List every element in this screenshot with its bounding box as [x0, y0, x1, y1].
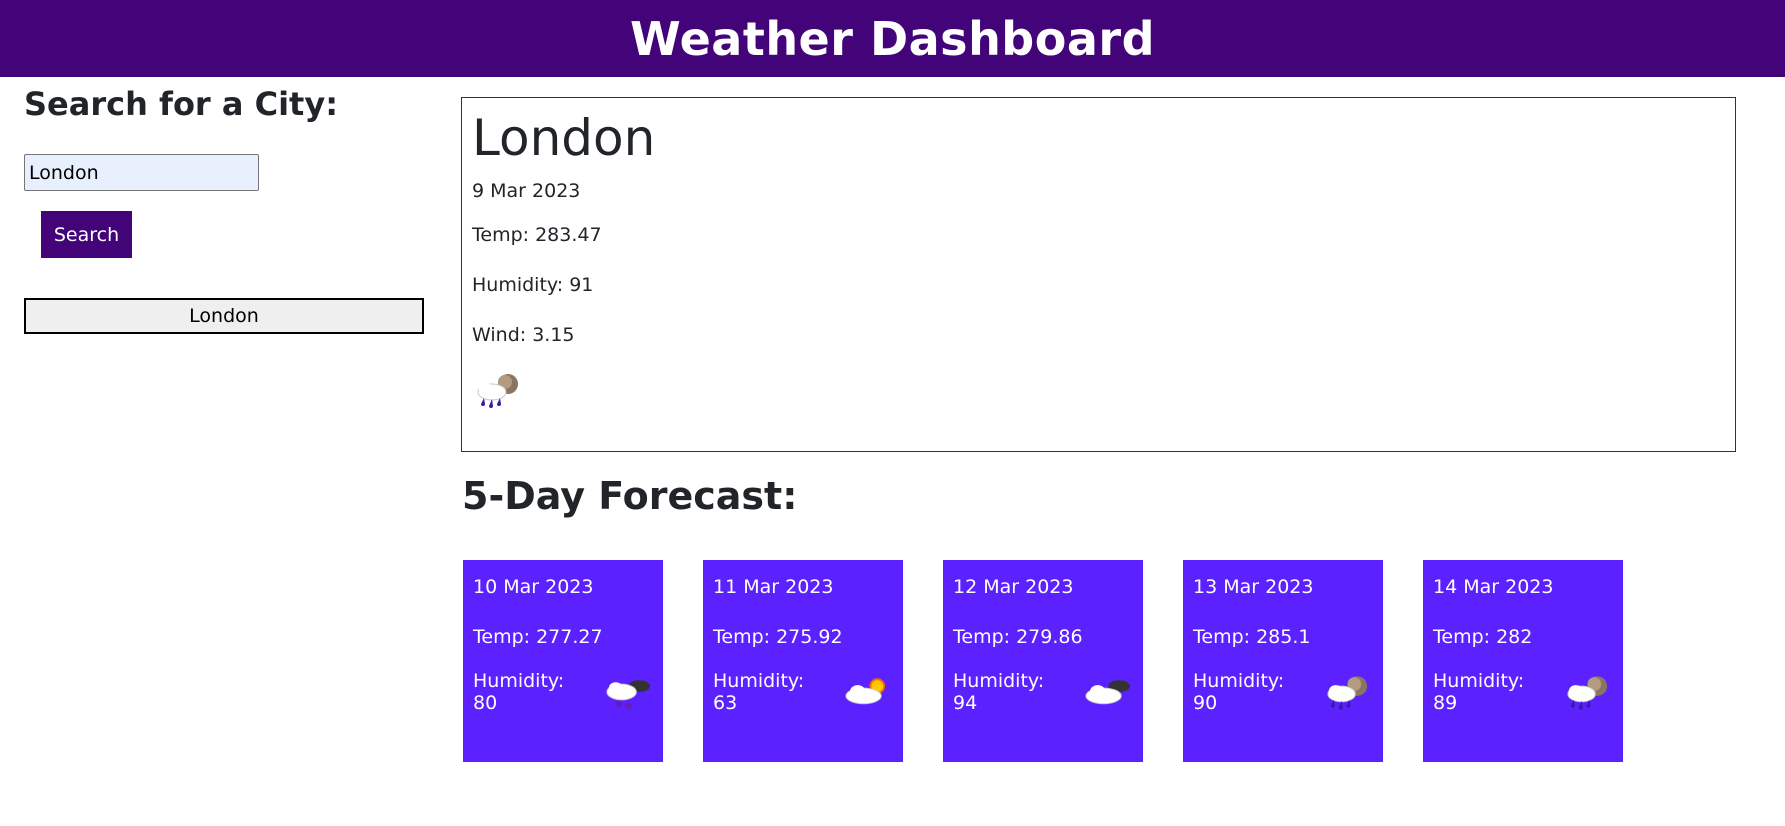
current-weather-panel: London 9 Mar 2023 Temp: 283.47 Humidity:…	[461, 97, 1736, 452]
page-title: Weather Dashboard	[629, 11, 1155, 66]
current-humidity: Humidity: 91	[472, 274, 594, 296]
forecast-date: 12 Mar 2023	[953, 576, 1074, 598]
forecast-date: 13 Mar 2023	[1193, 576, 1314, 598]
snow-cloud-moon-icon: ✻ ✻	[606, 680, 651, 712]
current-date: 9 Mar 2023	[472, 180, 581, 202]
cloud-sun-icon	[845, 678, 886, 705]
forecast-heading: 5-Day Forecast:	[462, 474, 798, 518]
forecast-date: 10 Mar 2023	[473, 576, 594, 598]
forecast-card: 11 Mar 2023 Temp: 275.92 Humidity: 63	[703, 560, 903, 762]
forecast-temp: Temp: 282	[1433, 626, 1533, 648]
forecast-temp: Temp: 285.1	[1193, 626, 1311, 648]
forecast-humidity: Humidity: 63	[713, 670, 805, 714]
rain-cloud-moon-icon	[472, 370, 1725, 410]
rain-cloud-moon-icon	[1567, 676, 1608, 710]
forecast-temp: Temp: 277.27	[473, 626, 603, 648]
forecast-card: 12 Mar 2023 Temp: 279.86 Humidity: 94	[943, 560, 1143, 762]
svg-text:✻: ✻	[615, 700, 623, 711]
forecast-card: 10 Mar 2023 Temp: 277.27 Humidity: 80 ✻ …	[463, 560, 663, 762]
current-wind: Wind: 3.15	[472, 324, 575, 346]
forecast-humidity: Humidity: 80	[473, 670, 565, 714]
forecast-card: 13 Mar 2023 Temp: 285.1 Humidity: 90	[1183, 560, 1383, 762]
search-heading: Search for a City:	[24, 85, 338, 123]
city-search-input[interactable]	[24, 154, 259, 191]
forecast-temp: Temp: 279.86	[953, 626, 1083, 648]
forecast-temp: Temp: 275.92	[713, 626, 843, 648]
forecast-date: 11 Mar 2023	[713, 576, 834, 598]
forecast-humidity: Humidity: 90	[1193, 670, 1285, 714]
forecast-card: 14 Mar 2023 Temp: 282 Humidity: 89	[1423, 560, 1623, 762]
current-temp: Temp: 283.47	[472, 224, 602, 246]
search-button[interactable]: Search	[41, 211, 132, 258]
forecast-cards: 10 Mar 2023 Temp: 277.27 Humidity: 80 ✻ …	[463, 560, 1623, 762]
page-header: Weather Dashboard	[0, 0, 1785, 77]
search-panel: Search for a City: Search London	[24, 84, 424, 334]
forecast-date: 14 Mar 2023	[1433, 576, 1554, 598]
svg-text:✻: ✻	[625, 702, 633, 712]
forecast-humidity: Humidity: 89	[1433, 670, 1525, 714]
forecast-humidity: Humidity: 94	[953, 670, 1045, 714]
cloud-moon-icon	[1085, 680, 1131, 705]
history-city-button[interactable]: London	[24, 298, 424, 334]
current-city-name: London	[472, 109, 656, 167]
rain-cloud-moon-icon	[1327, 676, 1368, 710]
